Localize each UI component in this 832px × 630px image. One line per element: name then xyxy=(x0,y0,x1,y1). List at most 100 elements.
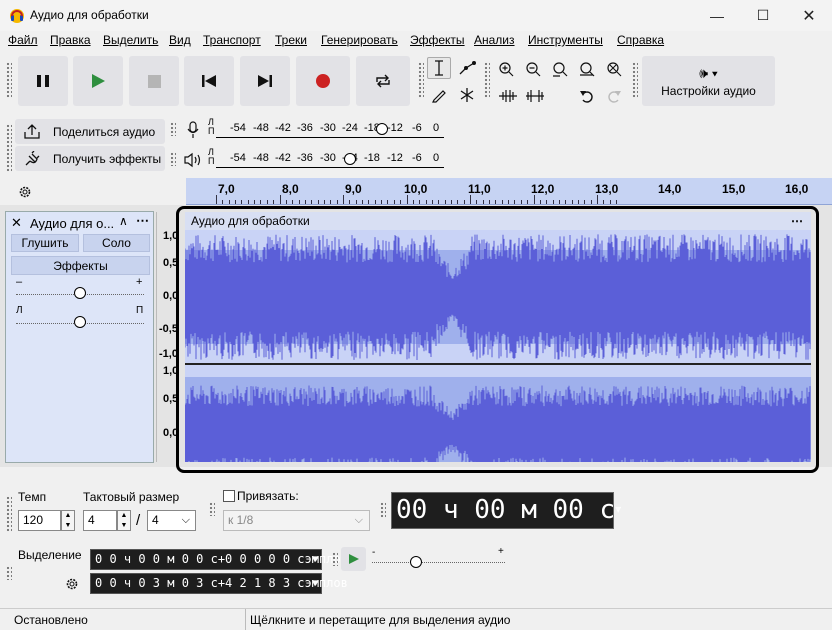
time-sig-denominator[interactable]: 4 ⌵ xyxy=(147,510,196,531)
snap-label: Привязать: xyxy=(237,489,299,503)
timeline-tick xyxy=(552,200,554,204)
envelope-tool-button[interactable] xyxy=(455,57,479,79)
gain-minus-label: – xyxy=(16,276,23,288)
toolbar-grip[interactable] xyxy=(6,62,12,98)
record-level-thumb[interactable] xyxy=(376,123,388,135)
track-menu-icon[interactable]: ⋯ xyxy=(136,213,149,229)
tempo-input[interactable]: 120 xyxy=(18,510,61,531)
silence-button[interactable] xyxy=(523,85,547,107)
record-button[interactable] xyxy=(296,56,350,106)
redo-icon xyxy=(608,91,621,103)
pause-button[interactable] xyxy=(18,56,68,106)
undo-button[interactable] xyxy=(575,85,599,107)
collapse-track-icon[interactable]: ∧ xyxy=(119,214,128,228)
timeline-tick xyxy=(501,200,503,204)
skip-to-end-button[interactable] xyxy=(240,56,290,106)
menu-transport[interactable]: Транспорт xyxy=(203,33,261,47)
stop-button[interactable] xyxy=(129,56,179,106)
menu-analyze[interactable]: Анализ xyxy=(474,33,515,47)
maximize-button[interactable]: ☐ xyxy=(740,0,786,31)
solo-button[interactable]: Соло xyxy=(83,234,150,252)
menu-tracks[interactable]: Треки xyxy=(275,33,307,47)
menu-effects[interactable]: Эффекты xyxy=(410,33,465,47)
record-meter[interactable]: -54 -48 -42 -36 -30 -24 -18 -12 -6 0 xyxy=(216,120,444,138)
skip-to-start-button[interactable] xyxy=(184,56,234,106)
effects-button[interactable]: Эффекты xyxy=(11,256,150,275)
time-display[interactable]: 00 ч 00 м 00 с▼ xyxy=(391,492,621,529)
share-audio-button[interactable]: Поделиться аудио xyxy=(15,119,165,144)
play-at-speed-button[interactable] xyxy=(341,547,366,571)
edit-grip[interactable] xyxy=(484,62,490,98)
timeline-tick xyxy=(425,200,427,204)
zoom-toggle-button[interactable] xyxy=(602,58,626,80)
selection-tool-button[interactable] xyxy=(427,57,451,79)
mute-button[interactable]: Глушить xyxy=(11,234,79,252)
time-sig-numerator[interactable]: 4 xyxy=(83,510,117,531)
loop-button[interactable] xyxy=(356,56,410,106)
time-grip[interactable] xyxy=(380,502,386,518)
track-name[interactable]: Аудио для о... xyxy=(30,216,115,231)
selection-end-field[interactable]: 0 0 ч 0 3 м 0 3 с+4 2 1 8 3 сэмплов ▼ xyxy=(90,573,348,594)
get-effects-button[interactable]: Получить эффекты xyxy=(15,146,165,171)
selection-start-field[interactable]: 0 0 ч 0 0 м 0 0 с+0 0 0 0 0 сэмплов ▼ xyxy=(90,549,348,570)
timeline-tick xyxy=(539,200,541,204)
timeline-tick xyxy=(489,200,491,204)
zoom-in-button[interactable] xyxy=(494,58,518,80)
time-sig-spinner[interactable]: ▲ ▼ xyxy=(117,510,131,531)
dropdown-icon[interactable]: ▼ xyxy=(312,574,318,593)
track-control-panel[interactable]: ✕ Аудио для о... ∧ ⋯ Глушить Соло Эффект… xyxy=(5,211,154,463)
speed-minus-label: - xyxy=(372,547,376,558)
draw-tool-button[interactable] xyxy=(427,84,451,106)
timeline-tick xyxy=(235,200,237,204)
menu-edit[interactable]: Правка xyxy=(50,33,91,47)
timeline-tick xyxy=(228,200,230,204)
audio-settings-button[interactable]: 🕪 ▾ Настройки аудио xyxy=(642,56,775,106)
menu-generate[interactable]: Генерировать xyxy=(321,33,398,47)
selection-settings-button[interactable] xyxy=(62,574,82,594)
playback-meter-button[interactable] xyxy=(182,148,204,172)
close-window-button[interactable]: ✕ xyxy=(786,0,832,31)
selection-grip[interactable] xyxy=(6,566,12,580)
timeline-ruler[interactable]: 7,0 8,0 9,0 10,0 11,0 12,0 13,0 14,0 15,… xyxy=(186,178,832,205)
play-meter-grip[interactable] xyxy=(170,152,176,166)
trim-button[interactable] xyxy=(496,85,520,107)
title-bar: Аудио для обработки — ☐ ✕ xyxy=(0,0,832,31)
snap-checkbox[interactable] xyxy=(223,490,235,502)
snap-select[interactable]: к 1/8 ⌵ xyxy=(223,510,370,531)
gain-slider-thumb[interactable] xyxy=(74,287,86,299)
menu-tools[interactable]: Инструменты xyxy=(528,33,603,47)
share-grip[interactable] xyxy=(6,124,12,172)
tempo-spinner[interactable]: ▲ ▼ xyxy=(61,510,75,531)
multi-tool-button[interactable] xyxy=(455,84,479,106)
zoom-out-button[interactable] xyxy=(521,58,545,80)
timeline-tick xyxy=(362,200,364,204)
menu-view[interactable]: Вид xyxy=(169,33,191,47)
timeline-label: 13,0 xyxy=(595,182,619,196)
window-title: Аудио для обработки xyxy=(30,8,149,22)
audio-setup-grip[interactable] xyxy=(632,62,638,98)
play-button[interactable] xyxy=(73,56,123,106)
playback-level-thumb[interactable] xyxy=(344,153,356,165)
menu-help[interactable]: Справка xyxy=(617,33,664,47)
pan-slider-thumb[interactable] xyxy=(74,316,86,328)
play-at-speed-grip[interactable] xyxy=(332,552,338,566)
record-meter-button[interactable] xyxy=(183,118,203,142)
time-format-dropdown-icon[interactable]: ▼ xyxy=(615,505,621,516)
fit-selection-button[interactable] xyxy=(548,58,572,80)
speed-slider-thumb[interactable] xyxy=(410,556,422,568)
play-scale-30: -30 xyxy=(320,152,336,164)
record-scale-42: -42 xyxy=(275,122,291,134)
close-track-icon[interactable]: ✕ xyxy=(11,215,22,231)
menu-select[interactable]: Выделить xyxy=(103,33,158,47)
dropdown-icon[interactable]: ▼ xyxy=(312,550,318,569)
time-sig-grip[interactable] xyxy=(6,496,12,532)
minimize-button[interactable]: — xyxy=(694,0,740,31)
playback-meter[interactable]: -54 -48 -42 -36 -30 -24 -18 -12 -6 0 xyxy=(216,150,444,168)
redo-button[interactable] xyxy=(602,85,626,107)
tools-grip[interactable] xyxy=(418,62,424,98)
fit-project-button[interactable] xyxy=(575,58,599,80)
timeline-settings-button[interactable] xyxy=(14,181,36,202)
snap-grip[interactable] xyxy=(209,502,215,516)
record-meter-grip[interactable] xyxy=(170,122,176,136)
menu-file[interactable]: Файл xyxy=(8,33,38,47)
